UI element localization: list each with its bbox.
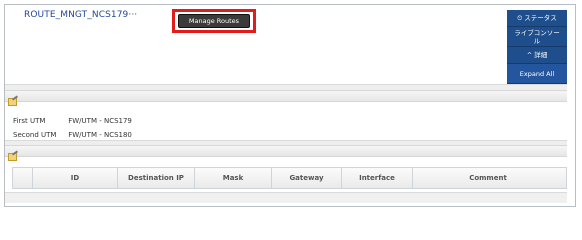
section-header-routes	[5, 145, 567, 157]
section-header-info	[5, 90, 567, 102]
live-console-label: ライブコンソー ル	[514, 29, 560, 45]
device-title[interactable]: ROUTE_MNGT_NCS179···	[24, 10, 137, 20]
manage-routes-button[interactable]: Manage Routes	[178, 14, 250, 28]
column-header-select[interactable]	[13, 168, 33, 188]
utm-info: First UTM FW/UTM - NCS179 Second UTM FW/…	[13, 114, 132, 142]
status-button[interactable]: ⏲ ステータス	[507, 10, 567, 27]
info-row-first-utm: First UTM FW/UTM - NCS179	[13, 114, 132, 128]
info-value: FW/UTM - NCS179	[68, 117, 132, 125]
column-header-id[interactable]: ID	[33, 168, 118, 188]
edit-icon[interactable]	[8, 98, 17, 106]
column-header-gateway[interactable]: Gateway	[272, 168, 342, 188]
column-header-destination-ip[interactable]: Destination IP	[118, 168, 195, 188]
column-header-interface[interactable]: Interface	[342, 168, 413, 188]
live-console-button[interactable]: ライブコンソー ル	[507, 27, 567, 47]
column-header-mask[interactable]: Mask	[195, 168, 272, 188]
expand-all-button[interactable]: Expand All	[507, 64, 567, 84]
details-button[interactable]: ^ 詳細	[507, 47, 567, 64]
side-actions: ⏲ ステータス ライブコンソー ル ^ 詳細 Expand All	[507, 10, 567, 84]
info-value: FW/UTM - NCS180	[68, 131, 132, 139]
edit-icon[interactable]	[8, 153, 17, 161]
info-label: First UTM	[13, 117, 46, 125]
column-header-comment[interactable]: Comment	[413, 168, 563, 188]
table-footer	[5, 192, 567, 203]
routes-table-header: ID Destination IP Mask Gateway Interface…	[12, 167, 567, 189]
